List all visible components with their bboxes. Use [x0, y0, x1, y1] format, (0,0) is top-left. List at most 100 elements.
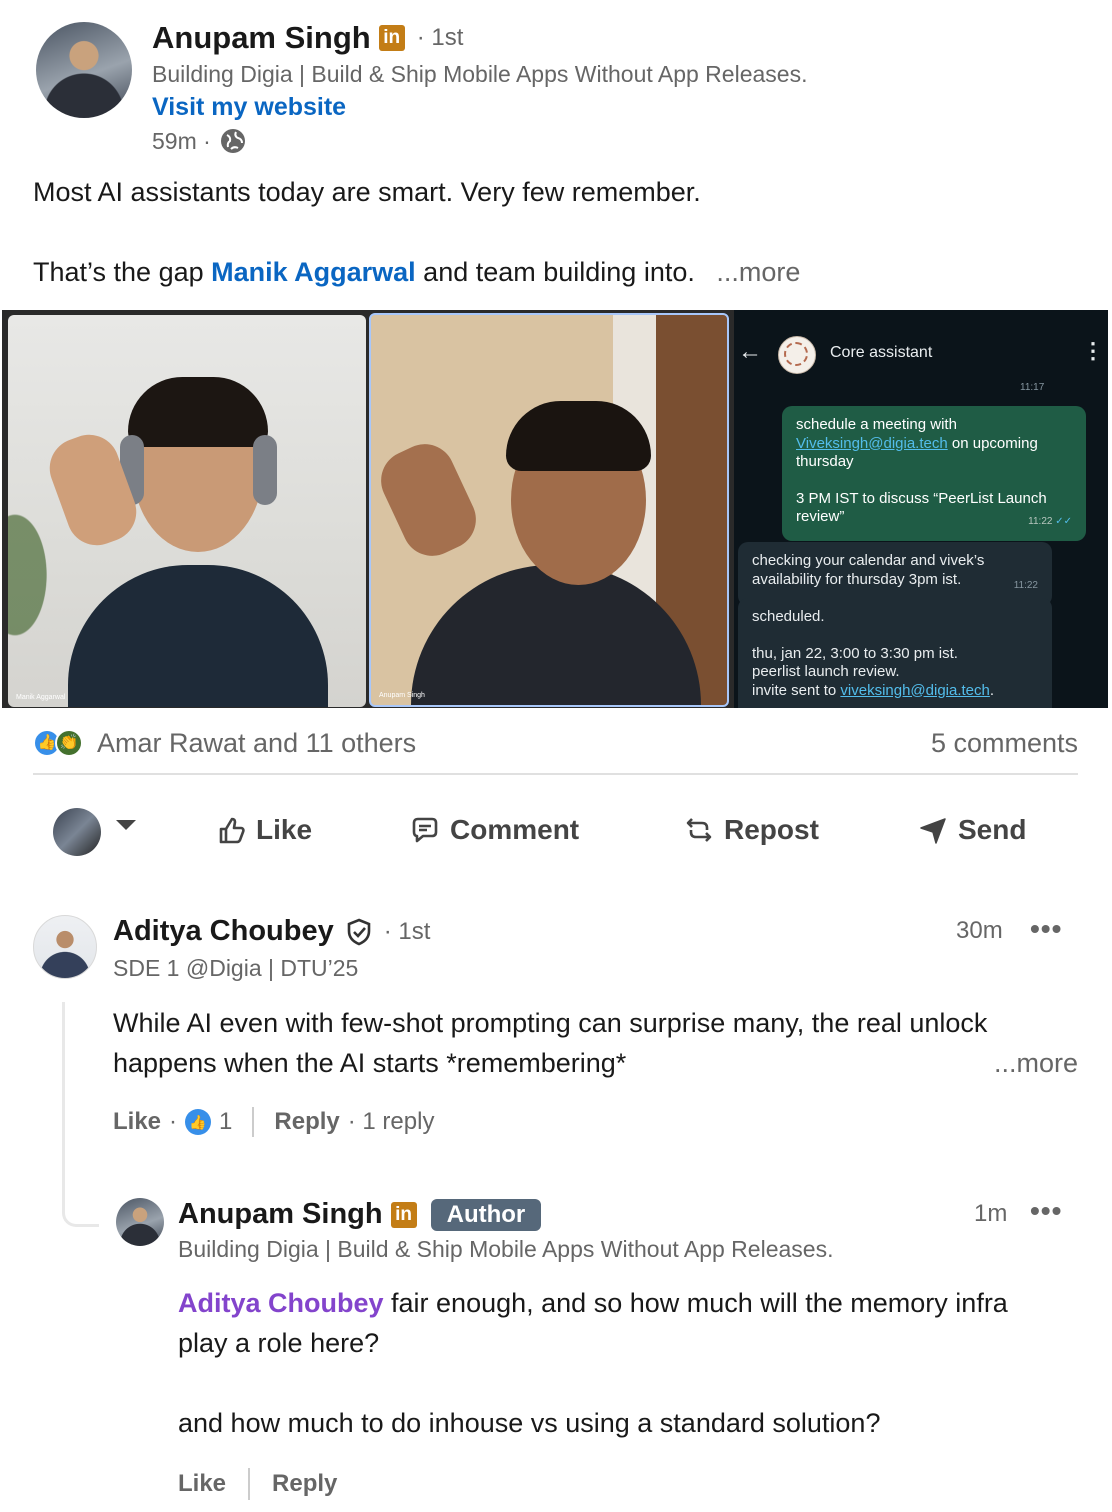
actor-avatar[interactable]: [53, 808, 101, 856]
post-text-pre: That’s the gap: [33, 257, 212, 287]
post-image-strip[interactable]: Manik Aggarwal Anupam Singh ← Core assis…: [2, 310, 1108, 708]
reaction-icons[interactable]: 👍 👏: [33, 728, 89, 758]
in2-line-1: scheduled.: [752, 608, 825, 625]
thread-line: [62, 1002, 99, 1227]
comment-see-more[interactable]: ...more: [994, 1043, 1078, 1083]
repost-icon: [686, 818, 712, 842]
commenter-avatar[interactable]: [33, 915, 97, 979]
action-divider: [248, 1468, 251, 1500]
person-mid-body: [411, 565, 701, 705]
like-sep: ·: [169, 1108, 178, 1135]
like-label: Like: [256, 814, 313, 845]
post-time: 59m ·: [152, 127, 211, 154]
in2-line-3: peerlist launch review.: [752, 663, 900, 680]
reply-like-button[interactable]: Like: [178, 1470, 226, 1498]
reactions-summary[interactable]: Amar Rawat and 11 others: [97, 728, 416, 759]
in2-line-4: invite sent to viveksingh@digia.tech.: [752, 681, 995, 699]
send-label: Send: [958, 814, 1027, 845]
out-link: Viveksingh@digia.tech: [796, 434, 948, 452]
commenter-headline: SDE 1 @Digia | DTU’25: [113, 955, 359, 981]
assistant-avatar: [778, 336, 816, 374]
hand-peace-mid: [371, 434, 486, 566]
mention-manik[interactable]: Manik Aggarwal: [211, 257, 416, 287]
in-line-1: checking your calendar and vivek’s avail…: [752, 552, 985, 588]
out-line-2: Viveksingh@digia.tech on upcoming thursd…: [796, 435, 1072, 472]
send-icon: [920, 818, 946, 844]
post-author-line: Anupam Singh in · 1st: [152, 20, 463, 56]
post-text-line-1: Most AI assistants today are smart. Very…: [33, 177, 701, 207]
reply-actions: Like Reply: [178, 1468, 337, 1500]
linkedin-premium-icon: in: [378, 25, 405, 51]
reply-time: 1m: [974, 1200, 1008, 1227]
headphones-right: [253, 435, 277, 505]
comment-text-line-1: While AI even with few-shot prompting ca…: [113, 1008, 988, 1038]
chat-in-bubble-2: scheduled. thu, jan 22, 3:00 to 3:30 pm …: [738, 598, 1052, 708]
chat-screenshot: ← Core assistant ⋮ 11:17 schedule a meet…: [734, 310, 1108, 708]
action-divider: [252, 1107, 255, 1137]
celebrate-reaction-icon: 👏: [55, 729, 83, 757]
commenter-line: Aditya Choubey · 1st: [113, 915, 430, 948]
comment-actions: Like · 👍 1 Reply · 1 reply: [113, 1107, 434, 1137]
comment-like-count: 1: [219, 1108, 233, 1135]
post-author-avatar[interactable]: [36, 22, 132, 118]
chevron-down-icon[interactable]: [116, 820, 136, 830]
reply-text-line-1: Aditya Choubey fair enough, and so how m…: [178, 1283, 1008, 1323]
linkedin-premium-icon: in: [390, 1201, 417, 1228]
chat-out-bubble: schedule a meeting with Viveksingh@digia…: [782, 406, 1086, 541]
send-button[interactable]: Send: [918, 814, 1026, 846]
video-tile-left: Manik Aggarwal: [8, 315, 366, 707]
reply-reply-button[interactable]: Reply: [272, 1470, 337, 1498]
reply-count[interactable]: · 1 reply: [348, 1108, 435, 1136]
post-text-line-2: That’s the gap Manik Aggarwal and team b…: [33, 252, 800, 292]
out-line-1: schedule a meeting with: [796, 416, 957, 433]
like-thumb-icon: [219, 817, 245, 844]
post-text-post: and team building into.: [415, 257, 695, 287]
comment-label: Comment: [450, 814, 580, 845]
in2-line-2: thu, jan 22, 3:00 to 3:30 pm ist.: [752, 644, 958, 662]
comment-like-icon: 👍: [185, 1109, 212, 1135]
comments-count[interactable]: 5 comments: [931, 728, 1078, 759]
see-more-button[interactable]: ...more: [716, 257, 800, 287]
repost-label: Repost: [724, 814, 819, 845]
reply-author-name[interactable]: Anupam Singh: [178, 1198, 383, 1231]
reply-text-line-3: and how much to do inhouse vs using a st…: [178, 1408, 881, 1438]
repost-button[interactable]: Repost: [684, 814, 819, 846]
comment-text-line-2: happens when the AI starts *remembering*: [113, 1048, 627, 1078]
caption-left: Manik Aggarwal: [16, 694, 66, 701]
more-dots-icon: ⋮: [1082, 338, 1104, 363]
comment-reply-button[interactable]: Reply: [274, 1108, 339, 1136]
connection-degree: · 1st: [416, 24, 464, 51]
visit-website-link[interactable]: Visit my website: [152, 93, 346, 122]
partial-time: 11:17: [1020, 382, 1045, 393]
comment-like-button[interactable]: Like: [113, 1108, 161, 1136]
like-button[interactable]: Like: [216, 814, 312, 846]
commenter-time: 30m: [956, 917, 1003, 944]
mention-aditya[interactable]: Aditya Choubey: [178, 1288, 384, 1318]
chat-header: ← Core assistant ⋮: [734, 310, 1108, 386]
reply-text-1-post: fair enough, and so how much will the me…: [383, 1288, 1008, 1318]
chat-in-bubble-1: checking your calendar and vivek’s avail…: [738, 542, 1052, 606]
commenter-degree: · 1st: [383, 917, 431, 945]
reply-author-line: Anupam Singh in Author: [178, 1198, 542, 1231]
comment-icon: [412, 817, 438, 843]
chat-title: Core assistant: [830, 344, 933, 361]
person-mid-hair: [506, 401, 651, 471]
reply-author-avatar[interactable]: [116, 1198, 164, 1246]
commenter-name[interactable]: Aditya Choubey: [113, 915, 334, 948]
person-left-body: [68, 565, 328, 707]
video-tile-middle: Anupam Singh: [369, 313, 729, 707]
comment-button[interactable]: Comment: [410, 814, 579, 846]
reply-author-headline: Building Digia | Build & Ship Mobile App…: [178, 1236, 834, 1262]
verified-shield-icon: [347, 918, 371, 945]
more-dots-icon[interactable]: •••: [1030, 1195, 1062, 1227]
more-dots-icon[interactable]: •••: [1030, 913, 1062, 945]
reply-text-line-2: play a role here?: [178, 1328, 380, 1358]
back-arrow-icon: ←: [738, 338, 762, 365]
social-divider: [33, 773, 1078, 775]
post-author-headline: Building Digia | Build & Ship Mobile App…: [152, 61, 808, 87]
caption-middle: Anupam Singh: [379, 692, 425, 699]
post-meta: 59m ·: [152, 127, 247, 155]
person-left-hair: [128, 377, 268, 447]
post-author-name[interactable]: Anupam Singh: [152, 20, 371, 56]
author-badge: Author: [430, 1198, 542, 1231]
